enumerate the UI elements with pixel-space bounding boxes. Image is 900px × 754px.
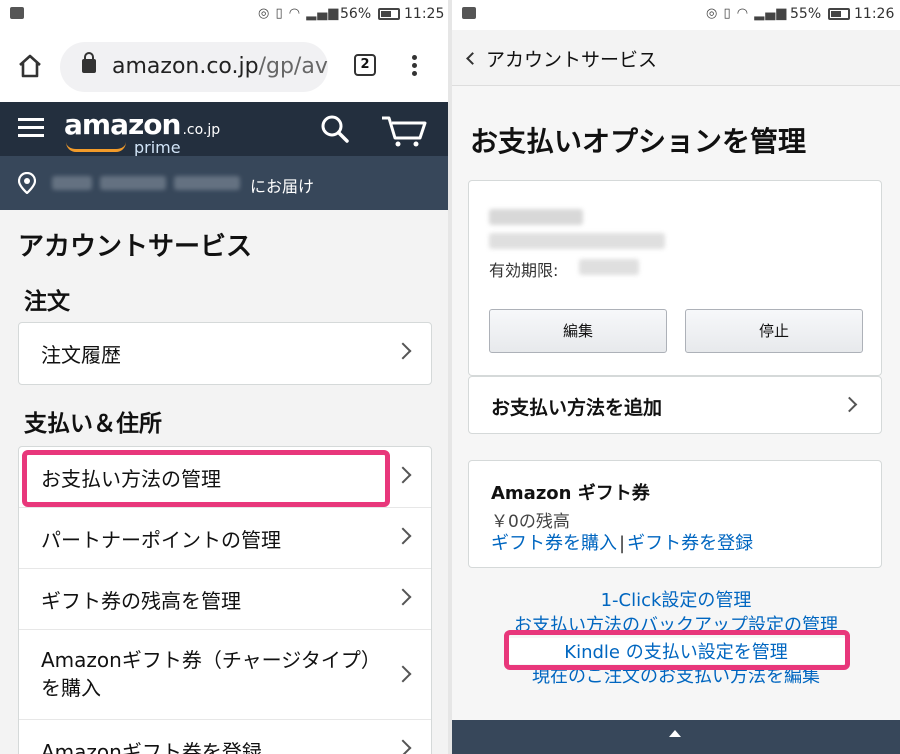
back-to-top-icon[interactable]	[669, 730, 681, 737]
battery-percent: 55%	[790, 6, 822, 22]
register-gift-card-link[interactable]: ギフト券を登録	[627, 533, 753, 554]
signal-icons: ◎ ▯ ◠ ▂▄▆	[258, 6, 340, 21]
tab-switcher-button[interactable]: 2	[354, 54, 376, 76]
notification-icon	[462, 7, 476, 19]
chevron-right-icon	[841, 396, 858, 413]
battery-icon	[828, 8, 850, 20]
left-screen: ◎ ▯ ◠ ▂▄▆ 56% 11:25 amazon.co.jp/gp/av 2…	[0, 0, 448, 754]
amazon-header: amazon .co.jp prime	[0, 102, 448, 157]
list-item-buy-gift-card[interactable]: Amazonギフト券（チャージタイプ）を購入	[19, 630, 431, 720]
page-title: アカウントサービス	[18, 232, 253, 262]
chevron-right-icon	[394, 665, 412, 683]
section-heading-orders: 注文	[24, 289, 70, 315]
status-bar: ◎ ▯ ◠ ▂▄▆ 55% 11:26	[452, 0, 900, 30]
chevron-right-icon	[394, 342, 412, 360]
list-item-label: 注文履歴	[41, 343, 121, 367]
stop-button[interactable]: 停止	[685, 309, 863, 353]
list-item-label: Amazonギフト券を登録	[41, 740, 262, 754]
status-bar: ◎ ▯ ◠ ▂▄▆ 56% 11:25	[0, 0, 448, 30]
blurred-card-name	[489, 209, 583, 225]
gift-card-title: Amazon ギフト券	[491, 483, 650, 504]
list-item-register-gift-card[interactable]: Amazonギフト券を登録	[19, 720, 431, 754]
section-heading-payments: 支払い＆住所	[24, 411, 162, 437]
chevron-right-icon	[394, 739, 412, 754]
chevron-right-icon	[394, 466, 412, 484]
highlight-box	[504, 630, 850, 670]
amazon-logo[interactable]: amazon .co.jp prime	[64, 108, 221, 157]
deliver-to-label: にお届け	[250, 177, 315, 196]
list-item-label: パートナーポイントの管理	[41, 528, 281, 552]
blurred-card-holder	[489, 233, 665, 249]
home-icon[interactable]	[16, 52, 44, 80]
add-payment-method-row[interactable]: お支払い方法を追加	[468, 376, 882, 434]
delivery-location-bar[interactable]: にお届け	[0, 156, 448, 210]
footer-bar[interactable]	[452, 720, 900, 754]
search-icon[interactable]	[320, 114, 350, 144]
one-click-settings-link[interactable]: 1-Click設定の管理	[452, 586, 900, 612]
address-bar[interactable]: amazon.co.jp/gp/av	[60, 42, 328, 92]
url-host: amazon.co.jp	[112, 54, 259, 79]
notification-icon	[10, 7, 24, 19]
payment-options-content: お支払いオプションを管理 有効期限: 編集 停止 お支払い方法を追加 Amazo…	[452, 86, 900, 720]
list-item-partner-points[interactable]: パートナーポイントの管理	[19, 508, 431, 569]
add-payment-label: お支払い方法を追加	[491, 397, 663, 419]
payment-card: 有効期限: 編集 停止	[468, 180, 882, 376]
highlight-box	[22, 450, 390, 507]
chevron-right-icon	[394, 588, 412, 606]
blurred-postcode	[174, 176, 240, 190]
clock: 11:26	[854, 6, 895, 22]
smile-icon	[66, 142, 126, 152]
account-services-content: アカウントサービス 注文 注文履歴 支払い＆住所 お支払い方法の管理 パートナー…	[0, 210, 448, 754]
logo-word: amazon	[64, 108, 181, 141]
url-path: /gp/av	[258, 54, 328, 79]
link-separator: |	[619, 533, 626, 554]
battery-percent: 56%	[340, 6, 372, 22]
list-item-gift-balance[interactable]: ギフト券の残高を管理	[19, 569, 431, 630]
logo-domain: .co.jp	[182, 122, 221, 138]
clock: 11:25	[404, 6, 445, 22]
list-item-label: ギフト券の残高を管理	[41, 589, 241, 613]
lock-icon	[82, 52, 96, 73]
more-menu-icon[interactable]	[404, 52, 424, 80]
right-screen: ◎ ▯ ◠ ▂▄▆ 55% 11:26 アカウントサービス お支払いオプションを…	[452, 0, 900, 754]
logo-prime: prime	[134, 138, 181, 157]
signal-icons: ◎ ▯ ◠ ▂▄▆	[706, 6, 788, 21]
url-text[interactable]: amazon.co.jp/gp/av	[112, 54, 328, 79]
orders-list: 注文履歴	[18, 322, 432, 385]
location-pin-icon	[18, 172, 36, 194]
buy-gift-card-link[interactable]: ギフト券を購入	[491, 533, 617, 554]
hamburger-menu-icon[interactable]	[18, 118, 44, 138]
list-item-order-history[interactable]: 注文履歴	[19, 323, 431, 384]
expiry-label: 有効期限:	[489, 261, 559, 280]
back-link[interactable]: アカウントサービス	[486, 45, 657, 72]
list-item-label: Amazonギフト券（チャージタイプ）を購入	[41, 648, 381, 700]
gift-card-links: ギフト券を購入 | ギフト券を登録	[491, 529, 753, 555]
blurred-expiry	[579, 259, 639, 275]
back-navigation-bar[interactable]: アカウントサービス	[452, 30, 900, 86]
blurred-address	[100, 176, 166, 190]
page-title: お支払いオプションを管理	[470, 125, 807, 158]
edit-button[interactable]: 編集	[489, 309, 667, 353]
gift-card-section: Amazon ギフト券 ￥0の残高 ギフト券を購入 | ギフト券を登録	[468, 460, 882, 568]
cart-icon[interactable]	[380, 112, 428, 148]
browser-toolbar: amazon.co.jp/gp/av 2	[0, 30, 448, 102]
chevron-right-icon	[394, 527, 412, 545]
battery-icon	[378, 8, 400, 20]
chevron-left-icon	[466, 52, 479, 65]
blurred-name	[52, 176, 92, 190]
